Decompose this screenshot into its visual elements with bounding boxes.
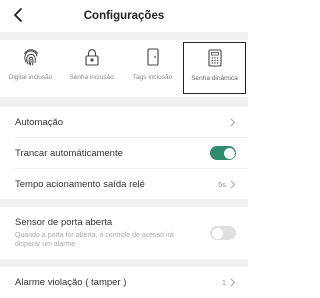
tempo-row[interactable]: Tempo acionamento saída relé 5s [0,169,248,199]
trancar-row: Trancar automáticamente [0,138,248,168]
alarme-value: 1 [221,277,226,287]
trancar-toggle[interactable] [210,146,236,160]
card-icon [146,48,159,66]
tab-label: Digital inclusão [8,74,53,81]
tempo-value-group: 5s [218,180,236,189]
section-divider [0,259,248,267]
toggle-knob [211,227,223,239]
section-divider [0,199,248,207]
tempo-label: Tempo acionamento saída relé [15,178,145,190]
automacao-row[interactable]: Automação [0,107,248,137]
chevron-right-icon [230,278,236,286]
sensor-label: Sensor de porta aberta [15,216,113,228]
chevron-right-icon [230,180,236,188]
sensor-row: Sensor de porta aberta Quando a porta fo… [0,207,248,259]
page-title: Configurações [83,10,165,22]
trancar-label: Trancar automáticamente [15,147,123,159]
toggle-knob [223,147,235,159]
chevron-right-icon [230,118,236,126]
alarme-label: Alarme violação ( tamper ) [15,276,127,288]
sensor-description: Quando a porta for aberta, o controle de… [15,231,174,249]
sensor-toggle[interactable] [210,226,236,240]
alarme-row[interactable]: Alarme violação ( tamper ) 1 [0,267,248,297]
tab-senha-dinamica[interactable]: Senha dinâmica [183,42,246,94]
tab-tags-inclusao[interactable]: Tags inclusão [122,40,183,97]
tab-label: Senha dinâmica [191,75,238,82]
tempo-value: 5s [218,179,226,189]
fingerprint-icon [23,49,38,66]
keypad-icon [207,49,222,67]
padlock-icon [84,49,99,66]
inclusion-tabs: Digital inclusão Senha inclusão Tags inc… [0,40,248,97]
tab-label: Tags inclusão [132,74,173,81]
tab-digital-inclusao[interactable]: Digital inclusão [0,40,61,97]
sensor-text: Sensor de porta aberta Quando a porta fo… [15,217,185,250]
top-bar: Configurações [0,0,248,32]
section-divider [0,97,248,107]
automacao-label: Automação [15,116,64,128]
section-divider [0,32,248,40]
tab-label: Senha inclusão [69,74,114,81]
alarme-value-group: 1 [222,278,236,287]
tab-senha-inclusao[interactable]: Senha inclusão [61,40,122,97]
back-chevron-icon[interactable] [10,6,28,24]
